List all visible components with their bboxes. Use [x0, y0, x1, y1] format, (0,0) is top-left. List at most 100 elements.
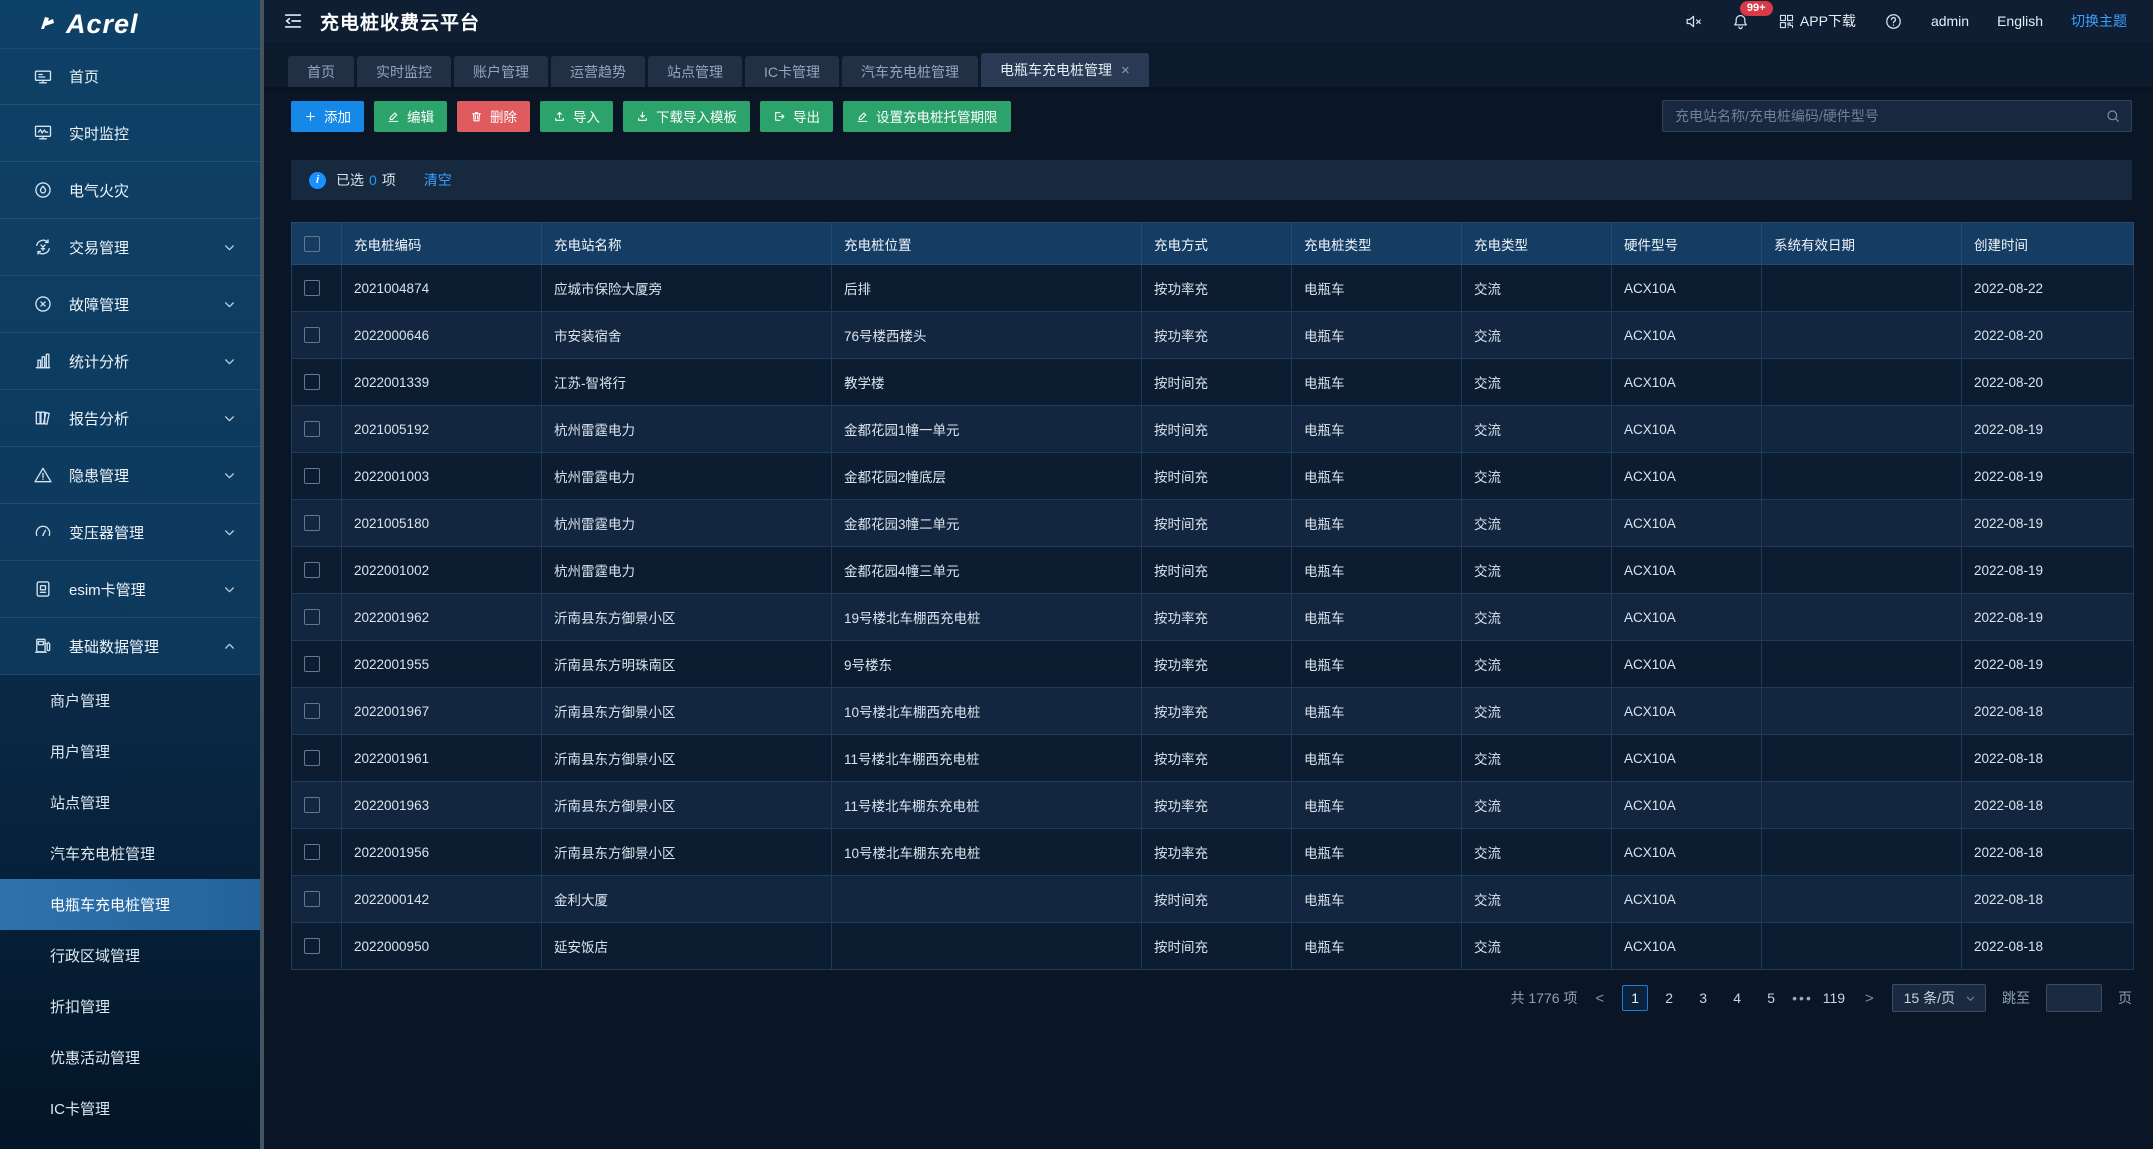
row-checkbox[interactable]: [304, 703, 320, 719]
menu-fold-icon[interactable]: [282, 10, 304, 32]
column-header: 充电桩类型: [1292, 223, 1462, 265]
row-checkbox[interactable]: [304, 327, 320, 343]
cell: 2022-08-20: [1962, 312, 2134, 359]
help-button[interactable]: [1884, 12, 1903, 31]
add-button[interactable]: 添加: [291, 101, 364, 132]
page-number[interactable]: 4: [1724, 985, 1750, 1011]
sidebar-subitem-promotion-management[interactable]: 优惠活动管理: [0, 1032, 260, 1083]
sidebar-subitem-car-charging-pile-management[interactable]: 汽车充电桩管理: [0, 828, 260, 879]
cell: 交流: [1462, 406, 1612, 453]
download-template-button[interactable]: 下载导入模板: [623, 101, 750, 132]
export-icon: [773, 110, 786, 123]
app-download-button[interactable]: APP下载: [1778, 11, 1856, 31]
tab-account-management[interactable]: 账户管理: [454, 56, 548, 87]
sidebar-item-hazard-management[interactable]: 隐患管理: [0, 447, 260, 504]
column-header: 创建时间: [1962, 223, 2134, 265]
cell: 2022-08-19: [1962, 594, 2134, 641]
language-switch[interactable]: English: [1997, 13, 2043, 29]
page-number[interactable]: 1: [1622, 985, 1648, 1011]
export-button[interactable]: 导出: [760, 101, 833, 132]
clear-selection-link[interactable]: 清空: [424, 170, 452, 190]
row-checkbox[interactable]: [304, 797, 320, 813]
jump-page-input[interactable]: [2046, 984, 2102, 1012]
search-icon[interactable]: [2105, 108, 2121, 124]
cell: 按功率充: [1142, 594, 1292, 641]
sidebar-subitem-administrative-region-management[interactable]: 行政区域管理: [0, 930, 260, 981]
sidebar-subitem-ic-card-management[interactable]: IC卡管理: [0, 1083, 260, 1134]
row-checkbox[interactable]: [304, 421, 320, 437]
close-icon[interactable]: ×: [1121, 63, 1130, 78]
mute-icon[interactable]: [1684, 12, 1703, 31]
tab-ic-card-management[interactable]: IC卡管理: [745, 56, 839, 87]
page-number[interactable]: 5: [1758, 985, 1784, 1011]
sidebar-subitem-user-management[interactable]: 用户管理: [0, 726, 260, 777]
tab-label: IC卡管理: [764, 62, 820, 82]
sidebar-item-statistics-analysis[interactable]: 统计分析: [0, 333, 260, 390]
page-number[interactable]: 3: [1690, 985, 1716, 1011]
sidebar-subitem-merchant-management[interactable]: 商户管理: [0, 675, 260, 726]
row-checkbox[interactable]: [304, 280, 320, 296]
cell: [1762, 782, 1962, 829]
cell: 电瓶车: [1292, 359, 1462, 406]
sidebar-item-electrical-fire[interactable]: 电气火灾: [0, 162, 260, 219]
cell: 电瓶车: [1292, 453, 1462, 500]
sidebar-item-home[interactable]: 首页: [0, 48, 260, 105]
search-input[interactable]: [1675, 108, 2105, 124]
row-checkbox[interactable]: [304, 891, 320, 907]
table-row: 2022000950延安饭店按时间充电瓶车交流ACX10A2022-08-18: [292, 923, 2134, 970]
import-button[interactable]: 导入: [540, 101, 613, 132]
cell: 2022-08-20: [1962, 359, 2134, 406]
row-checkbox[interactable]: [304, 562, 320, 578]
notifications-button[interactable]: 99+: [1731, 12, 1750, 31]
sidebar-subitem-ebike-charging-pile-management[interactable]: 电瓶车充电桩管理: [0, 879, 260, 930]
edit-button[interactable]: 编辑: [374, 101, 447, 132]
sidebar-subitem-discount-management[interactable]: 折扣管理: [0, 981, 260, 1032]
sidebar-item-basic-data-management[interactable]: 基础数据管理: [0, 618, 260, 675]
row-checkbox[interactable]: [304, 374, 320, 390]
sidebar-item-transaction-management[interactable]: 交易管理: [0, 219, 260, 276]
cell: 2022-08-18: [1962, 829, 2134, 876]
row-checkbox[interactable]: [304, 609, 320, 625]
cell: 金都花园2幢底层: [832, 453, 1142, 500]
sidebar-item-realtime-monitor[interactable]: 实时监控: [0, 105, 260, 162]
row-checkbox[interactable]: [304, 515, 320, 531]
chevron-down-icon: [1965, 993, 1976, 1004]
cell: 11号楼北车棚西充电桩: [832, 735, 1142, 782]
row-checkbox[interactable]: [304, 938, 320, 954]
sidebar-item-transformer-management[interactable]: 变压器管理: [0, 504, 260, 561]
cell: 2022001955: [342, 641, 542, 688]
tab-home[interactable]: 首页: [288, 56, 354, 87]
logo[interactable]: Acrel: [0, 0, 260, 48]
tab-site-management[interactable]: 站点管理: [648, 56, 742, 87]
page-number[interactable]: 119: [1821, 985, 1847, 1011]
set-hosting-period-button[interactable]: 设置充电桩托管期限: [843, 101, 1011, 132]
page-size-select[interactable]: 15 条/页: [1892, 984, 1986, 1012]
tab-ebike-charging-pile-management[interactable]: 电瓶车充电桩管理×: [981, 53, 1149, 87]
cell: [1762, 641, 1962, 688]
sidebar-subitem-site-management[interactable]: 站点管理: [0, 777, 260, 828]
next-page-button[interactable]: >: [1863, 990, 1876, 1007]
select-all-checkbox[interactable]: [304, 236, 320, 252]
cell: 2022-08-18: [1962, 688, 2134, 735]
row-checkbox[interactable]: [304, 468, 320, 484]
row-checkbox[interactable]: [304, 656, 320, 672]
app-root: Acrel 首页实时监控电气火灾交易管理故障管理统计分析报告分析隐患管理变压器管…: [0, 0, 2153, 1149]
sidebar-item-esim-card-management[interactable]: esim卡管理: [0, 561, 260, 618]
row-checkbox[interactable]: [304, 844, 320, 860]
sidebar-item-report-analysis[interactable]: 报告分析: [0, 390, 260, 447]
cell: 76号楼西楼头: [832, 312, 1142, 359]
delete-button[interactable]: 删除: [457, 101, 530, 132]
prev-page-button[interactable]: <: [1593, 990, 1606, 1007]
tab-label: 汽车充电桩管理: [861, 62, 959, 82]
sidebar-item-fault-management[interactable]: 故障管理: [0, 276, 260, 333]
user-menu[interactable]: admin: [1931, 13, 1969, 29]
row-checkbox[interactable]: [304, 750, 320, 766]
page-number[interactable]: 2: [1656, 985, 1682, 1011]
cell: 19号楼北车棚西充电桩: [832, 594, 1142, 641]
theme-toggle-link[interactable]: 切换主题: [2071, 11, 2127, 31]
tab-realtime-monitor[interactable]: 实时监控: [357, 56, 451, 87]
tab-operation-trend[interactable]: 运营趋势: [551, 56, 645, 87]
page-ellipsis: •••: [1792, 990, 1813, 1006]
tab-car-charging-pile-management[interactable]: 汽车充电桩管理: [842, 56, 978, 87]
total-count: 共 1776 项: [1510, 988, 1577, 1008]
